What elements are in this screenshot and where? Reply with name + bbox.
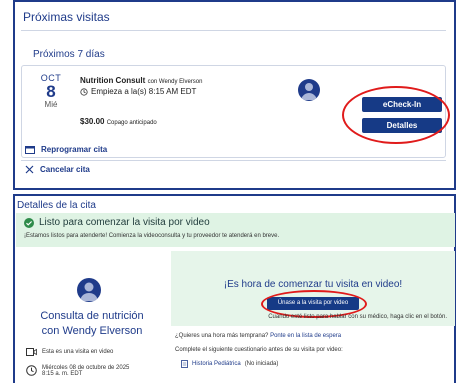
annotation-circle: [342, 86, 450, 144]
visit-name: Nutrition Consult: [80, 76, 146, 85]
visit-provider: con Wendy Elverson: [147, 79, 203, 85]
clock-icon: [26, 365, 37, 376]
visit-start-line: Empieza a la(s) 8:15 AM EDT: [80, 87, 196, 96]
visit-summary: Consulta de nutrición con Wendy Elverson…: [16, 251, 168, 385]
join-video-panel: ¡Es hora de comenzar tu visita en video!…: [171, 251, 455, 326]
questionnaire-item[interactable]: Historia Pediátrica (No iniciada): [181, 360, 278, 368]
reschedule-link[interactable]: Reprogramar cita: [25, 145, 107, 154]
ready-banner: Listo para comenzar la visita por video …: [16, 213, 455, 247]
details-title: Detalles de la cita: [17, 200, 96, 211]
appointment-details-panel: Detalles de la cita Listo para comenzar …: [13, 194, 456, 385]
earlier-line: ¿Quieres una hora más temprana? Ponte en…: [175, 333, 341, 339]
video-camera-icon: [26, 348, 37, 356]
questionnaire-instructions: Complete el siguiente cuestionario antes…: [175, 347, 343, 353]
cancel-link[interactable]: Cancelar cita: [25, 165, 90, 174]
questionnaire-link[interactable]: Historia Pediátrica: [192, 361, 241, 367]
visit-datetime: Miércoles 08 de octubre de 2025 8:15 a. …: [26, 365, 129, 377]
questionnaire-status: (No iniciada): [244, 361, 279, 367]
upcoming-visits-panel: Próximas visitas Próximos 7 días OCT 8 M…: [13, 0, 456, 190]
upcoming-visits-title: Próximas visitas: [23, 10, 110, 24]
cancel-label: Cancelar cita: [40, 165, 90, 174]
divider: [21, 30, 446, 31]
visit-title-line2: con Wendy Elverson: [41, 325, 143, 337]
visit-day: 8: [46, 82, 56, 101]
check-circle-icon: [24, 217, 34, 228]
clock-icon: [80, 87, 88, 96]
calendar-icon: [25, 145, 35, 154]
banner-subtitle: ¡Estamos listos para atenderte! Comienza…: [24, 233, 280, 239]
banner-title: Listo para comenzar la visita por video: [39, 217, 210, 228]
document-icon: [181, 360, 188, 368]
ready-instructions: Cuando esté listo para hablar con su méd…: [268, 314, 447, 320]
video-visit-text: Esta es una visita en video: [42, 349, 114, 355]
visit-title-line1: Consulta de nutrición: [40, 310, 144, 322]
visit-date: OCT 8 Mié: [38, 73, 64, 109]
visit-time-long: 8:15 a. m. EDT: [42, 371, 83, 377]
copay-label: Copago anticipado: [106, 120, 157, 126]
earlier-text: ¿Quieres una hora más temprana?: [175, 333, 269, 339]
video-visit-line: Esta es una visita en video: [26, 348, 113, 356]
reschedule-label: Reprogramar cita: [41, 145, 108, 154]
divider: [21, 160, 446, 161]
range-label: Próximos 7 días: [33, 49, 105, 60]
waitlist-link[interactable]: Ponte en la lista de espera: [270, 333, 341, 339]
banner-title-line: Listo para comenzar la visita por video: [24, 217, 210, 228]
close-icon: [25, 165, 34, 174]
copay-line: $30.00 Copago anticipado: [80, 117, 157, 126]
visit-weekday: Mié: [44, 100, 58, 109]
copay-amount: $30.00: [80, 117, 105, 126]
visit-start-time: Empieza a la(s) 8:15 AM EDT: [91, 87, 197, 96]
video-heading: ¡Es hora de comenzar tu visita en video!: [223, 279, 403, 290]
visit-name-line: Nutrition Consult con Wendy Elverson: [80, 76, 202, 85]
provider-avatar: [77, 278, 101, 302]
provider-avatar: [298, 79, 320, 101]
